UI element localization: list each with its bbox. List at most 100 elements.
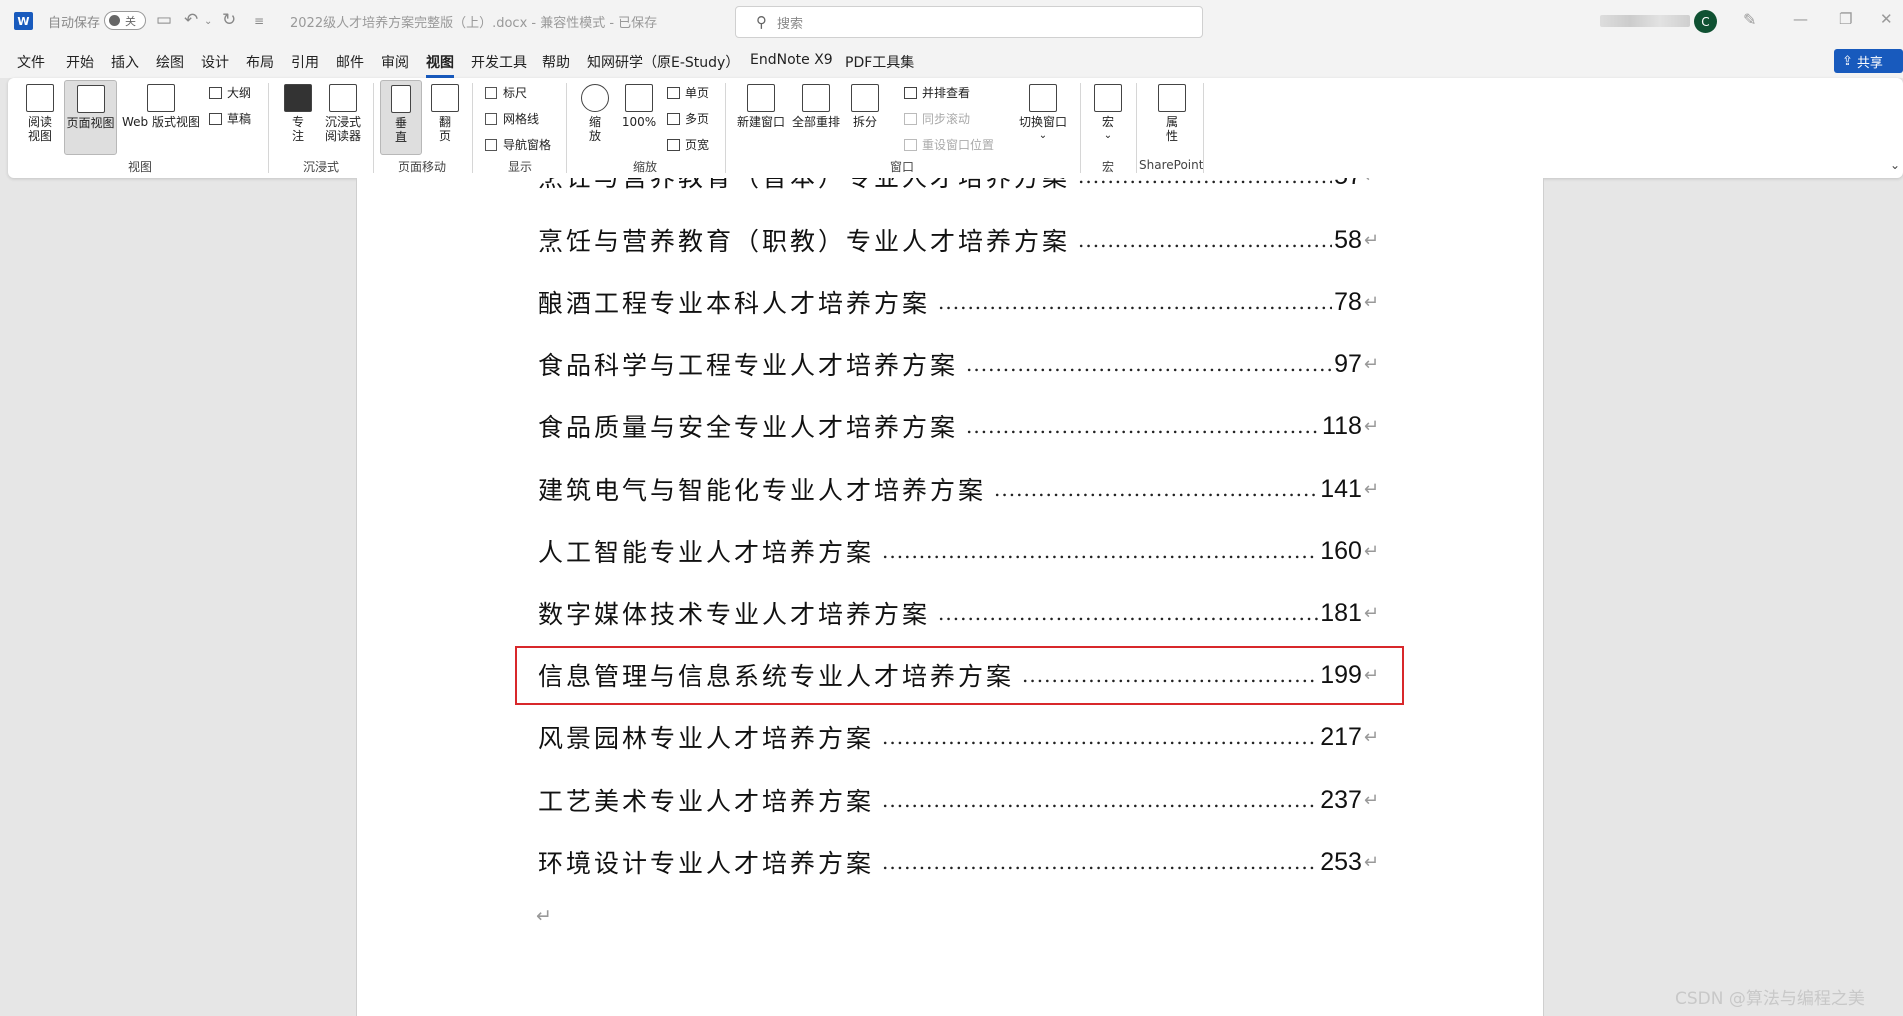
customize-toolbar-icon[interactable]: ≡	[254, 14, 264, 28]
toc-entry[interactable]: 食品科学与工程专业人才培养方案 97↵	[538, 344, 1379, 384]
side-to-side-button[interactable]: 翻 页	[428, 84, 462, 143]
minimize-icon[interactable]: —	[1793, 10, 1808, 28]
group-separator	[1080, 83, 1081, 173]
print-layout-button[interactable]: 页面视图	[64, 80, 117, 155]
macros-label: 宏	[1101, 115, 1114, 129]
toc-entry[interactable]: 酿酒工程专业本科人才培养方案 78↵	[538, 282, 1379, 322]
vertical-icon	[391, 85, 411, 113]
split-icon	[851, 84, 879, 112]
split-button[interactable]: 拆分	[848, 84, 882, 129]
nav-pane-check[interactable]	[485, 138, 497, 151]
synchronous-scrolling-button[interactable]: 同步滚动	[904, 110, 970, 127]
zoom-100-button[interactable]: 100%	[620, 84, 658, 129]
restore-icon[interactable]: ❐	[1839, 10, 1852, 28]
paragraph-mark-icon: ↵	[1363, 291, 1379, 313]
tab-references[interactable]: 引用	[291, 52, 319, 72]
tab-home[interactable]: 开始	[66, 52, 94, 72]
outline-icon	[209, 86, 222, 99]
tab-review[interactable]: 审阅	[381, 52, 409, 72]
tab-pdf-tools[interactable]: PDF工具集	[845, 52, 914, 72]
chevron-down-icon: ⌄	[1038, 130, 1048, 141]
nav-pane-checkbox[interactable]: 导航窗格	[485, 136, 551, 153]
gridlines-checkbox[interactable]: 网格线	[485, 110, 539, 127]
gridlines-check[interactable]	[485, 112, 497, 125]
toc-title: 数字媒体技术专业人才培养方案	[538, 600, 931, 629]
multiple-pages-icon	[667, 112, 680, 125]
gridlines-label: 网格线	[503, 112, 540, 126]
tab-estudy[interactable]: 知网研学（原E-Study）	[587, 52, 739, 72]
properties-button[interactable]: 属 性	[1156, 84, 1188, 143]
search-input[interactable]: ⚲ 搜索	[735, 6, 1203, 38]
tab-endnote[interactable]: EndNote X9	[750, 52, 833, 68]
toc-title: 工艺美术专业人才培养方案	[538, 787, 875, 816]
page-width-button[interactable]: 页宽	[667, 136, 709, 153]
focus-button[interactable]: 专 注	[282, 84, 314, 143]
ruler-check[interactable]	[485, 86, 497, 99]
reset-window-position-button[interactable]: 重设窗口位置	[904, 136, 994, 153]
toc-entry[interactable]: 数字媒体技术专业人才培养方案 181↵	[538, 593, 1379, 633]
view-side-by-side-button[interactable]: 并排查看	[904, 84, 970, 101]
paragraph-mark-icon: ↵	[1364, 178, 1379, 187]
toc-entry[interactable]: 烹饪与营养教育（职教）专业人才培养方案 58↵	[538, 220, 1379, 260]
immersive-reader-button[interactable]: 沉浸式 阅读器	[318, 84, 368, 143]
toc-leader	[1078, 178, 1332, 188]
tab-mailings[interactable]: 邮件	[336, 52, 364, 72]
web-layout-button[interactable]: Web 版式视图	[120, 84, 202, 129]
new-window-icon	[747, 84, 775, 112]
save-icon[interactable]: ▭	[156, 10, 172, 30]
toc-page: 118	[1322, 411, 1362, 440]
toc-entry[interactable]: 建筑电气与智能化专业人才培养方案 141↵	[538, 469, 1379, 509]
group-separator	[725, 83, 726, 173]
close-icon[interactable]: ✕	[1880, 10, 1893, 28]
undo-dropdown-icon[interactable]: ⌄	[204, 16, 212, 27]
tab-design[interactable]: 设计	[201, 52, 229, 72]
collapse-ribbon-icon[interactable]: ⌄	[1890, 158, 1900, 172]
toc-entry[interactable]: 风景园林专业人才培养方案 217↵	[538, 717, 1379, 757]
toc-entry[interactable]: 烹饪与营养教育（普本）专业人才培养方案 57↵	[538, 178, 1379, 196]
word-app-icon: W	[14, 12, 33, 30]
document-page[interactable]: 烹饪与营养教育（普本）专业人才培养方案57↵ 烹饪与营养教育（职教）专业人才培养…	[356, 178, 1544, 1016]
views-group-label: 视图	[128, 160, 153, 174]
toc-leader	[994, 477, 1318, 501]
toc-page: 160	[1320, 536, 1362, 565]
ruler-checkbox[interactable]: 标尺	[485, 84, 527, 101]
tab-file[interactable]: 文件	[17, 52, 45, 72]
switch-windows-button[interactable]: 切换窗口 ⌄	[1016, 84, 1070, 143]
toggle-knob	[109, 15, 120, 26]
toc-entry[interactable]: 人工智能专业人才培养方案 160↵	[538, 531, 1379, 571]
toc-entry[interactable]: 食品质量与安全专业人才培养方案 118↵	[538, 406, 1379, 446]
chevron-down-icon: ⌄	[1103, 130, 1113, 141]
multiple-pages-button[interactable]: 多页	[667, 110, 709, 127]
share-button[interactable]: ⇪ 共享	[1834, 49, 1903, 73]
read-mode-button[interactable]: 阅读 视图	[18, 84, 62, 143]
outline-button[interactable]: 大纲	[209, 84, 251, 101]
draft-button[interactable]: 草稿	[209, 110, 251, 127]
macros-button[interactable]: 宏 ⌄	[1092, 84, 1124, 143]
tab-help[interactable]: 帮助	[542, 52, 570, 72]
avatar[interactable]: C	[1694, 10, 1717, 33]
redo-icon[interactable]: ↻	[222, 10, 236, 30]
zoom-button[interactable]: 缩 放	[578, 84, 612, 143]
document-title[interactable]: 2022级人才培养方案完整版（上）.docx - 兼容性模式 - 已保存	[290, 12, 657, 31]
one-page-button[interactable]: 单页	[667, 84, 709, 101]
tab-developer[interactable]: 开发工具	[471, 52, 527, 72]
vertical-button[interactable]: 垂 直	[380, 80, 422, 155]
toc-entry[interactable]: 环境设计专业人才培养方案 253↵	[538, 842, 1379, 882]
tab-view[interactable]: 视图	[426, 52, 454, 78]
arrange-all-button[interactable]: 全部重排	[790, 84, 842, 129]
autosave-toggle[interactable]: 关	[104, 11, 146, 30]
group-separator	[472, 83, 473, 173]
toc-entry[interactable]: 工艺美术专业人才培养方案 237↵	[538, 780, 1379, 820]
tab-draw[interactable]: 绘图	[156, 52, 184, 72]
watermark: CSDN @算法与编程之美	[1675, 989, 1865, 1009]
toc-page: 237	[1320, 785, 1362, 814]
toc-page: 181	[1320, 598, 1362, 627]
new-window-button[interactable]: 新建窗口	[735, 84, 787, 129]
tab-layout[interactable]: 布局	[246, 52, 274, 72]
arrange-all-icon	[802, 84, 830, 112]
toc-title: 人工智能专业人才培养方案	[538, 538, 875, 567]
undo-icon[interactable]: ↶	[184, 10, 198, 30]
nav-pane-label: 导航窗格	[503, 138, 552, 152]
tab-insert[interactable]: 插入	[111, 52, 139, 72]
pen-icon[interactable]: ✎	[1743, 10, 1756, 29]
